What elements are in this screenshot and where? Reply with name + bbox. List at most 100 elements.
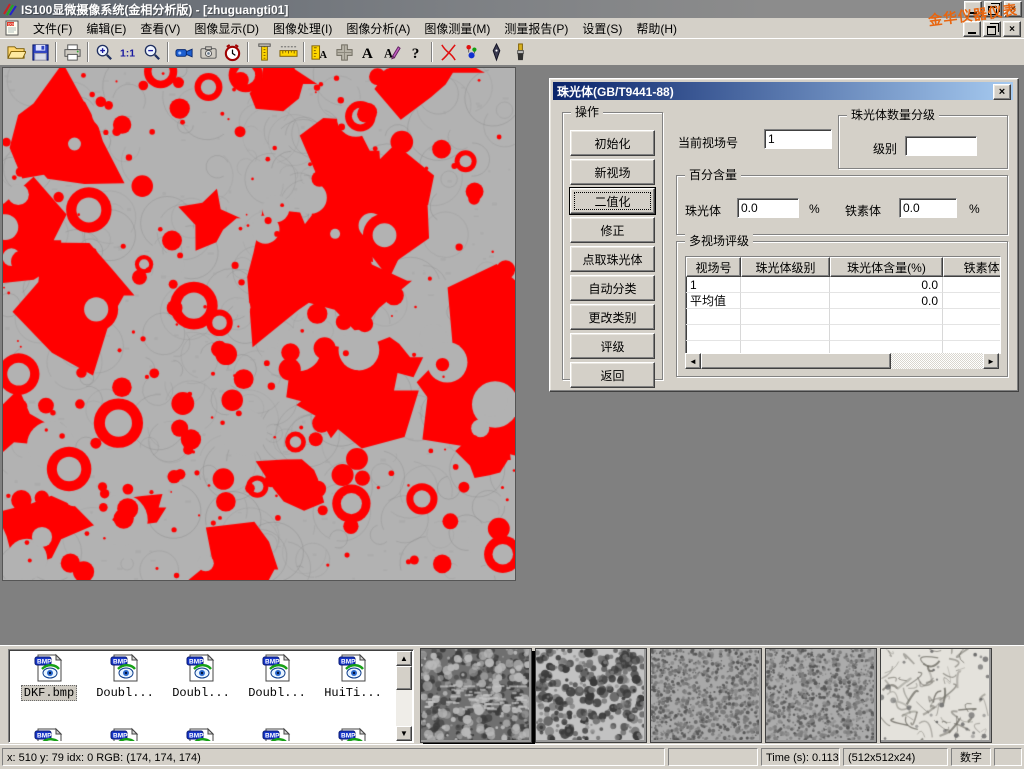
table-header-2[interactable]: 珠光体含量(%) [830, 257, 943, 277]
menu-item-4[interactable]: 图像处理(I) [266, 18, 339, 39]
table-row[interactable]: 平均值0.0 [686, 293, 1001, 309]
file-name[interactable]: HuiTi... [322, 686, 384, 700]
pearlite-dialog: 珠光体(GB/T9441-88) × 操作 初始化新视场二值化修正点取珠光体自动… [549, 78, 1019, 392]
scroll-right-button[interactable]: ► [983, 353, 999, 369]
correct-button[interactable]: 修正 [570, 217, 655, 243]
title-bar: IS100显微摄像系统(金相分析版) - [zhuguangti01] × [0, 0, 1024, 18]
clock-icon[interactable] [220, 40, 244, 64]
thumbnail-2[interactable] [535, 648, 647, 743]
table-cell [741, 277, 830, 293]
ferrite-percent-input[interactable] [899, 198, 957, 218]
micrograph-image[interactable] [3, 68, 515, 580]
brush-icon[interactable] [508, 40, 532, 64]
scroll-down-button[interactable]: ▼ [396, 726, 412, 741]
table-header-1[interactable]: 珠光体级别 [741, 257, 830, 277]
caliper-icon[interactable] [252, 40, 276, 64]
file-item[interactable]: BMPDKF.bmp [12, 653, 86, 701]
pearlite-percent-input[interactable] [737, 198, 799, 218]
image-frame [2, 67, 516, 581]
scroll-track[interactable] [891, 353, 983, 369]
capture-icon[interactable] [196, 40, 220, 64]
table-header-0[interactable]: 视场号 [686, 257, 741, 277]
scroll-thumb[interactable] [701, 353, 891, 369]
particles-icon[interactable] [460, 40, 484, 64]
table-cell [741, 325, 830, 341]
status-time: Time (s): 0.113 [761, 748, 840, 766]
minimize-button[interactable] [964, 1, 982, 17]
binarize-button[interactable]: 二值化 [570, 188, 655, 214]
restore-button[interactable] [984, 1, 1002, 17]
operation-group: 操作 初始化新视场二值化修正点取珠光体自动分类更改类别评级返回 [562, 112, 663, 380]
file-name[interactable]: Doubl... [170, 686, 232, 700]
dialog-close-button[interactable]: × [993, 84, 1011, 100]
mdi-close-button[interactable]: × [1003, 21, 1021, 37]
zoom-in-icon[interactable] [92, 40, 116, 64]
menu-item-8[interactable]: 设置(S) [575, 18, 629, 39]
text-icon[interactable]: A [356, 40, 380, 64]
file-name[interactable]: DKF.bmp [21, 685, 77, 701]
file-item[interactable]: BMPHuiTi... [316, 653, 390, 701]
menu-item-2[interactable]: 查看(V) [133, 18, 187, 39]
file-name[interactable]: Doubl... [246, 686, 308, 700]
thumbnail-1[interactable] [420, 648, 532, 743]
current-view-input[interactable] [764, 129, 832, 149]
help-icon[interactable]: ? [404, 40, 428, 64]
ruler-icon[interactable] [276, 40, 300, 64]
level-input[interactable] [905, 136, 977, 156]
thumbnail-5[interactable] [880, 648, 992, 743]
menu-item-3[interactable]: 图像显示(D) [187, 18, 266, 39]
print-icon[interactable] [60, 40, 84, 64]
open-icon[interactable] [4, 40, 28, 64]
grade-button[interactable]: 评级 [570, 333, 655, 359]
dialog-title-bar[interactable]: 珠光体(GB/T9441-88) × [553, 82, 1013, 100]
curve-icon[interactable] [436, 40, 460, 64]
pen-icon[interactable] [484, 40, 508, 64]
new-field-button[interactable]: 新视场 [570, 159, 655, 185]
scroll-left-button[interactable]: ◄ [685, 353, 701, 369]
grid-icon[interactable] [332, 40, 356, 64]
initialize-button[interactable]: 初始化 [570, 130, 655, 156]
pick-pearlite-button[interactable]: 点取珠光体 [570, 246, 655, 272]
save-icon[interactable] [28, 40, 52, 64]
file-item-partial[interactable]: BMP [12, 727, 86, 741]
menu-item-5[interactable]: 图像分析(A) [339, 18, 417, 39]
file-item[interactable]: BMPDoubl... [164, 653, 238, 701]
scroll-up-button[interactable]: ▲ [396, 651, 412, 666]
ferrite-unit: % [969, 202, 980, 216]
auto-classify-button[interactable]: 自动分类 [570, 275, 655, 301]
file-item[interactable]: BMPDoubl... [88, 653, 162, 701]
actual-size-icon[interactable]: 1:1 [116, 40, 140, 64]
file-item-partial[interactable]: BMP [88, 727, 162, 741]
table-header-3[interactable]: 铁素体含量(%) [943, 257, 1001, 277]
file-item-partial[interactable]: BMP [316, 727, 390, 741]
table-cell [741, 293, 830, 309]
menu-item-0[interactable]: 文件(F) [26, 18, 79, 39]
menu-item-1[interactable]: 编辑(E) [79, 18, 133, 39]
menu-item-6[interactable]: 图像测量(M) [417, 18, 497, 39]
file-item[interactable]: BMPDoubl... [240, 653, 314, 701]
mdi-restore-button[interactable] [983, 21, 1001, 37]
file-list-scrollbar[interactable]: ▲ ▼ [396, 651, 412, 741]
menu-item-7[interactable]: 测量报告(P) [497, 18, 575, 39]
table-horizontal-scrollbar[interactable]: ◄ ► [685, 353, 999, 369]
file-item-partial[interactable]: BMP [164, 727, 238, 741]
mdi-minimize-button[interactable] [963, 21, 981, 37]
scroll-thumb[interactable] [396, 666, 412, 690]
table-cell [686, 309, 741, 325]
close-button[interactable]: × [1004, 1, 1022, 17]
file-item-partial[interactable]: BMP [240, 727, 314, 741]
thumbnail-3[interactable] [650, 648, 762, 743]
table-cell: 0.0 [830, 277, 943, 293]
multi-view-table[interactable]: 视场号珠光体级别珠光体含量(%)铁素体含量(%)10.0平均值0.0 [685, 256, 1001, 354]
menu-item-9[interactable]: 帮助(H) [629, 18, 684, 39]
return-button[interactable]: 返回 [570, 362, 655, 388]
annotate-icon[interactable]: A [380, 40, 404, 64]
video-camera-icon[interactable] [172, 40, 196, 64]
measure-text-icon[interactable]: A [308, 40, 332, 64]
file-name[interactable]: Doubl... [94, 686, 156, 700]
change-class-button[interactable]: 更改类别 [570, 304, 655, 330]
zoom-out-icon[interactable] [140, 40, 164, 64]
multi-view-group-label: 多视场评级 [685, 234, 753, 248]
table-row[interactable]: 10.0 [686, 277, 1001, 293]
thumbnail-4[interactable] [765, 648, 877, 743]
